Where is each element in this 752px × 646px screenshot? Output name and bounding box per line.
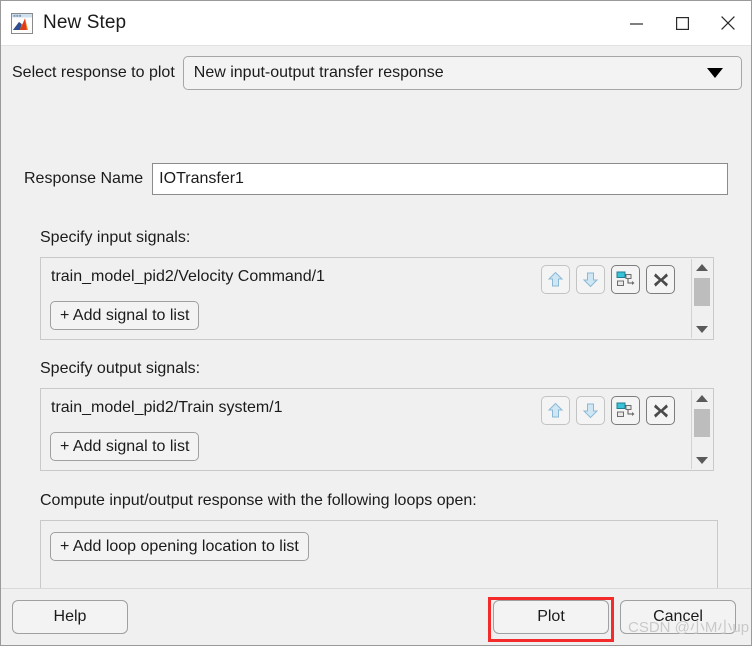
plot-button[interactable]: Plot: [493, 600, 609, 634]
scroll-track[interactable]: [692, 407, 712, 452]
response-name-label: Response Name: [24, 170, 144, 187]
add-input-signal-button[interactable]: + Add signal to list: [50, 301, 200, 330]
matlab-logo-icon: [11, 12, 33, 34]
input-signals-scrollbar[interactable]: [691, 259, 712, 338]
loop-openings-label: Compute input/output response with the f…: [40, 492, 477, 509]
close-icon: [721, 16, 735, 30]
minimize-icon: [629, 18, 643, 29]
move-up-icon: [547, 271, 564, 288]
select-block-icon: [616, 270, 635, 289]
response-name-value: IOTransfer1: [159, 170, 244, 187]
output-move-down-button[interactable]: [576, 396, 605, 425]
close-button[interactable]: [705, 1, 751, 45]
response-select-dropdown[interactable]: New input-output transfer response: [182, 56, 742, 90]
title-bar: New Step: [1, 1, 751, 46]
move-down-icon: [582, 271, 599, 288]
output-signals-label: Specify output signals:: [40, 360, 201, 377]
help-button[interactable]: Help: [12, 600, 128, 634]
delete-icon: [653, 403, 669, 419]
window-title: New Step: [43, 12, 127, 33]
triangle-down-icon: [696, 326, 708, 333]
scroll-up-button[interactable]: [692, 259, 712, 276]
input-move-down-button[interactable]: [576, 265, 605, 294]
scroll-down-button[interactable]: [692, 321, 712, 338]
input-signal-item[interactable]: train_model_pid2/Velocity Command/1: [51, 268, 325, 286]
input-signals-panel: train_model_pid2/Velocity Command/1 + Ad…: [40, 257, 714, 340]
scroll-down-button[interactable]: [692, 452, 712, 469]
response-name-input[interactable]: IOTransfer1: [152, 163, 728, 195]
response-select-label: Select response to plot: [12, 64, 175, 81]
maximize-button[interactable]: [659, 1, 705, 45]
output-select-block-button[interactable]: [611, 396, 640, 425]
output-signals-toolbar: [541, 396, 675, 425]
triangle-up-icon: [696, 395, 708, 402]
input-signals-toolbar: [541, 265, 675, 294]
scroll-thumb[interactable]: [694, 278, 710, 306]
input-move-up-button[interactable]: [541, 265, 570, 294]
minimize-button[interactable]: [613, 1, 659, 45]
new-step-dialog: New Step Select response to plot New inp…: [0, 0, 752, 646]
output-delete-button[interactable]: [646, 396, 675, 425]
chevron-down-icon: [707, 68, 723, 78]
triangle-down-icon: [696, 457, 708, 464]
scroll-up-button[interactable]: [692, 390, 712, 407]
move-down-icon: [582, 402, 599, 419]
move-up-icon: [547, 402, 564, 419]
input-signals-label: Specify input signals:: [40, 229, 191, 246]
triangle-up-icon: [696, 264, 708, 271]
dialog-footer: Help Plot Cancel: [1, 588, 751, 645]
response-select-row: Select response to plot New input-output…: [12, 56, 742, 90]
select-block-icon: [616, 401, 635, 420]
output-signals-panel: train_model_pid2/Train system/1 + Add si…: [40, 388, 714, 471]
delete-icon: [653, 272, 669, 288]
output-signals-scrollbar[interactable]: [691, 390, 712, 469]
input-delete-button[interactable]: [646, 265, 675, 294]
cancel-button[interactable]: Cancel: [620, 600, 736, 634]
response-name-row: Response Name IOTransfer1: [24, 163, 728, 195]
scroll-track[interactable]: [692, 276, 712, 321]
scroll-thumb[interactable]: [694, 409, 710, 437]
response-select-value: New input-output transfer response: [193, 64, 444, 81]
add-output-signal-button[interactable]: + Add signal to list: [50, 432, 200, 461]
add-loop-opening-button[interactable]: + Add loop opening location to list: [50, 532, 309, 561]
input-select-block-button[interactable]: [611, 265, 640, 294]
output-move-up-button[interactable]: [541, 396, 570, 425]
output-signal-item[interactable]: train_model_pid2/Train system/1: [51, 399, 283, 417]
dialog-body: Select response to plot New input-output…: [1, 46, 751, 605]
maximize-icon: [675, 16, 689, 30]
